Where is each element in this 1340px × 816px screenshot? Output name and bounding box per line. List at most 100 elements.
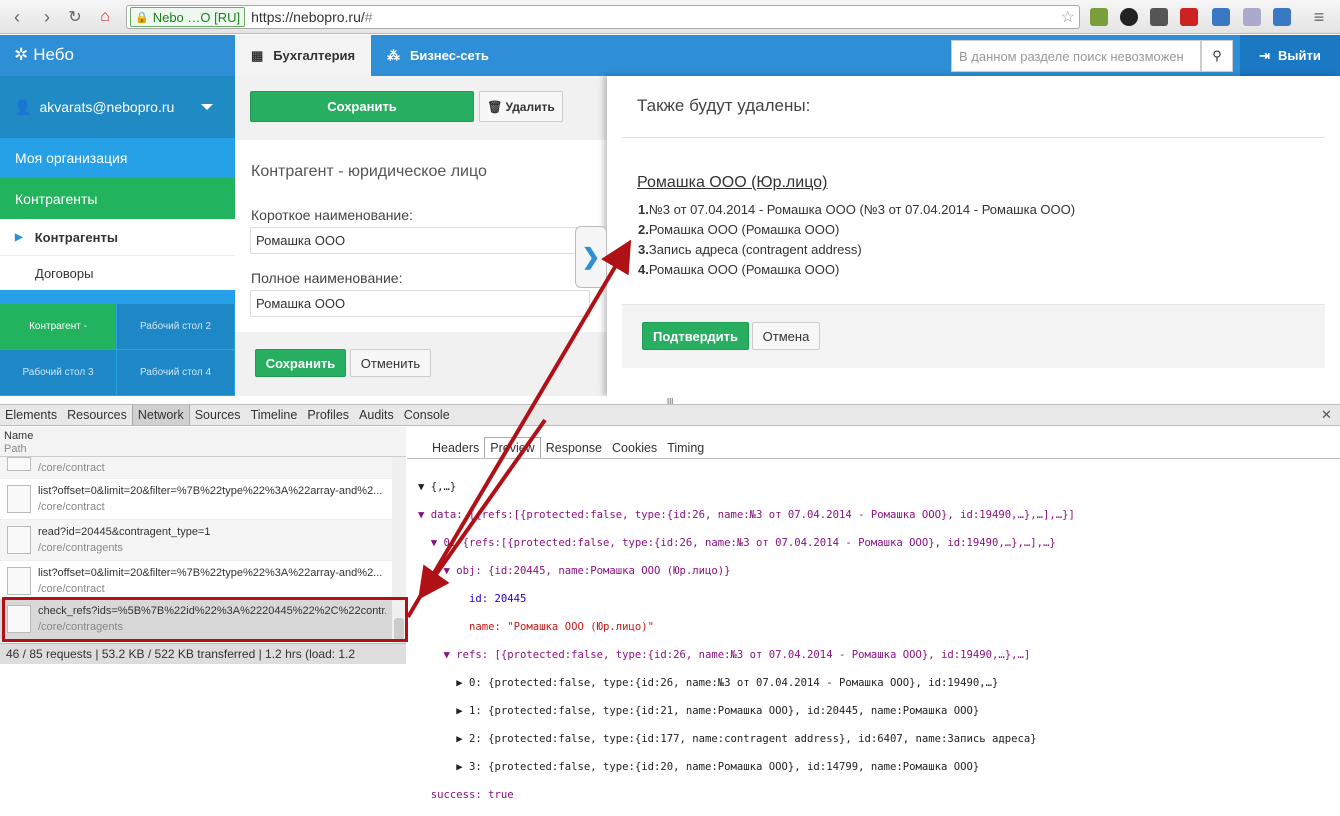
modal-cancel-button[interactable]: Отмена	[752, 322, 820, 350]
devtools-tab-network[interactable]: Network	[131, 405, 190, 425]
desktop-tab-1[interactable]: Контрагент -	[0, 304, 116, 349]
search-input[interactable]: В данном разделе поиск невозможен	[951, 40, 1201, 72]
network-status-bar: 46 / 85 requests | 53.2 KB / 522 KB tran…	[0, 643, 406, 664]
delete-button[interactable]: 🗑 Удалить	[479, 91, 563, 122]
search-icon[interactable]: ⚲	[1201, 40, 1233, 72]
detail-tab-preview[interactable]: Preview	[484, 437, 541, 458]
ref-item-number: 1.	[638, 202, 649, 217]
tab-accounting[interactable]: ▦ Бухгалтерия	[235, 35, 371, 76]
extension-icon-1[interactable]	[1090, 8, 1108, 26]
confirm-button[interactable]: Подтвердить	[642, 322, 749, 350]
pocket-icon[interactable]	[1150, 8, 1168, 26]
desktop-tab-4[interactable]: Рабочий стол 4	[117, 350, 234, 395]
user-icon: 👤	[14, 98, 32, 115]
cancel-form-button[interactable]: Отменить	[350, 349, 431, 377]
devtools-tab-timeline[interactable]: Timeline	[246, 405, 303, 425]
request-path: /core/contract	[38, 461, 105, 474]
request-name: list?offset=0&limit=20&filter=%7B%22type…	[38, 485, 383, 497]
form-title: Контрагент - юридическое лицо	[251, 163, 487, 180]
sidebar-subitem-label: Контрагенты	[34, 229, 118, 245]
logo-text: Небо	[33, 45, 74, 64]
json-line[interactable]: ▼ 0: {refs:[{protected:false, type:{id:2…	[418, 536, 1075, 550]
security-badge[interactable]: 🔒 Nebo …O [RU]	[130, 7, 246, 27]
ref-item-number: 4.	[638, 262, 649, 277]
jb-icon[interactable]	[1243, 8, 1261, 26]
desktop-tab-3[interactable]: Рабочий стол 3	[0, 350, 116, 395]
table-row[interactable]: read?id=20445&contragent_type=1/core/con…	[0, 520, 392, 561]
json-line[interactable]: ▼ {,…}	[418, 480, 1075, 494]
json-line[interactable]: ▼ refs: [{protected:false, type:{id:26, …	[418, 648, 1075, 662]
detail-tab-response[interactable]: Response	[541, 437, 607, 458]
json-line: id: 20445	[418, 593, 527, 605]
extension-icon-4[interactable]	[1180, 8, 1198, 26]
json-line[interactable]: ▶ 2: {protected:false, type:{id:177, nam…	[418, 732, 1075, 746]
home-icon[interactable]: ⌂	[94, 6, 116, 28]
json-line[interactable]: ▶ 1: {protected:false, type:{id:21, name…	[418, 704, 1075, 718]
entity-link[interactable]: Ромашка ООО (Юр.лицо)	[637, 174, 827, 192]
logout-label: Выйти	[1278, 48, 1321, 63]
detail-tab-headers[interactable]: Headers	[427, 437, 484, 458]
sidebar-item-contractors[interactable]: Контрагенты	[0, 178, 235, 219]
devtools-tab-console[interactable]: Console	[399, 405, 455, 425]
cloud-logo-icon: ✲	[14, 45, 29, 64]
extension-icon-2[interactable]	[1120, 8, 1138, 26]
devtools-tab-audits[interactable]: Audits	[354, 405, 399, 425]
json-line[interactable]: ▶ 0: {protected:false, type:{id:26, name…	[418, 676, 1075, 690]
table-row[interactable]: list?offset=0&limit=20&filter=%7B%22type…	[0, 561, 392, 602]
full-name-input[interactable]: Ромашка ООО	[250, 290, 590, 317]
reload-icon[interactable]: ↻	[64, 6, 86, 28]
devtools-tab-sources[interactable]: Sources	[190, 405, 246, 425]
ref-item: 3.Запись адреса (contragent address)	[638, 242, 862, 257]
trash-icon: 🗑	[487, 99, 503, 114]
back-icon[interactable]: ‹	[6, 6, 28, 28]
download-icon[interactable]	[1212, 8, 1230, 26]
ref-item: 2.Ромашка ООО (Ромашка ООО)	[638, 222, 839, 237]
delete-label: Удалить	[505, 99, 555, 114]
ref-item-text: Ромашка ООО (Ромашка ООО)	[648, 222, 840, 237]
download-arrow-icon[interactable]	[1273, 8, 1291, 26]
calculator-icon: ▦	[251, 47, 264, 63]
caret-down-icon	[201, 104, 213, 110]
ref-item: 4.Ромашка ООО (Ромашка ООО)	[638, 262, 839, 277]
address-bar[interactable]: 🔒 Nebo …O [RU] https://nebopro.ru/# ☆	[126, 5, 1080, 29]
bookmark-star-icon[interactable]: ☆	[1061, 7, 1075, 27]
request-name: read?id=20445&contragent_type=1	[38, 526, 211, 538]
devtools-tab-profiles[interactable]: Profiles	[302, 405, 354, 425]
table-row[interactable]: /core/contract	[0, 456, 392, 479]
column-path: Path	[4, 443, 27, 455]
expand-panel-chevron-icon[interactable]: ❯	[575, 226, 607, 288]
menu-icon[interactable]: ≡	[1308, 6, 1330, 28]
request-path: /core/contract	[38, 501, 105, 513]
save-form-button[interactable]: Сохранить	[255, 349, 346, 377]
devtools-tab-elements[interactable]: Elements	[0, 405, 62, 425]
url-hash: #	[364, 9, 373, 25]
forward-icon[interactable]: ›	[36, 6, 58, 28]
json-line[interactable]: ▼ data: [{refs:[{protected:false, type:{…	[418, 508, 1075, 522]
column-name: Name	[4, 430, 34, 442]
desktop-tab-2[interactable]: Рабочий стол 2	[117, 304, 234, 349]
detail-tab-cookies[interactable]: Cookies	[607, 437, 662, 458]
json-line[interactable]: ▶ 3: {protected:false, type:{id:20, name…	[418, 760, 1075, 774]
table-row[interactable]: list?offset=0&limit=20&filter=%7B%22type…	[0, 479, 392, 520]
json-line: success: true	[418, 789, 514, 801]
file-icon	[7, 456, 31, 471]
devtools-tab-resources[interactable]: Resources	[62, 405, 132, 425]
lock-icon: 🔒	[135, 11, 149, 24]
triangle-right-icon: ▶	[15, 231, 23, 243]
sidebar-item-my-organization[interactable]: Моя организация	[0, 138, 235, 178]
request-list-header[interactable]: Name Path	[0, 427, 406, 457]
url-text: https://nebopro.ru/#	[251, 9, 372, 25]
short-name-input[interactable]: Ромашка ООО	[250, 227, 590, 254]
sidebar-subitem-contractors[interactable]: ▶ Контрагенты	[0, 219, 235, 255]
json-line[interactable]: ▼ obj: {id:20445, name:Ромашка ООО (Юр.л…	[418, 564, 1075, 578]
sidebar-subitem-contracts[interactable]: Договоры	[0, 255, 235, 290]
json-line: name: "Ромашка ООО (Юр.лицо)"	[418, 621, 654, 633]
tab-business-network[interactable]: ⁂ Бизнес-сеть	[371, 35, 489, 76]
app-logo[interactable]: ✲ Небо	[14, 45, 74, 65]
logout-button[interactable]: ⇥ Выйти	[1240, 35, 1340, 76]
save-button[interactable]: Сохранить	[250, 91, 474, 122]
devtools-tabbar: Elements Resources Network Sources Timel…	[0, 404, 1340, 426]
user-menu[interactable]: 👤 akvarats@nebopro.ru	[0, 76, 235, 138]
detail-tab-timing[interactable]: Timing	[662, 437, 709, 458]
close-icon[interactable]: ✕	[1321, 407, 1332, 423]
